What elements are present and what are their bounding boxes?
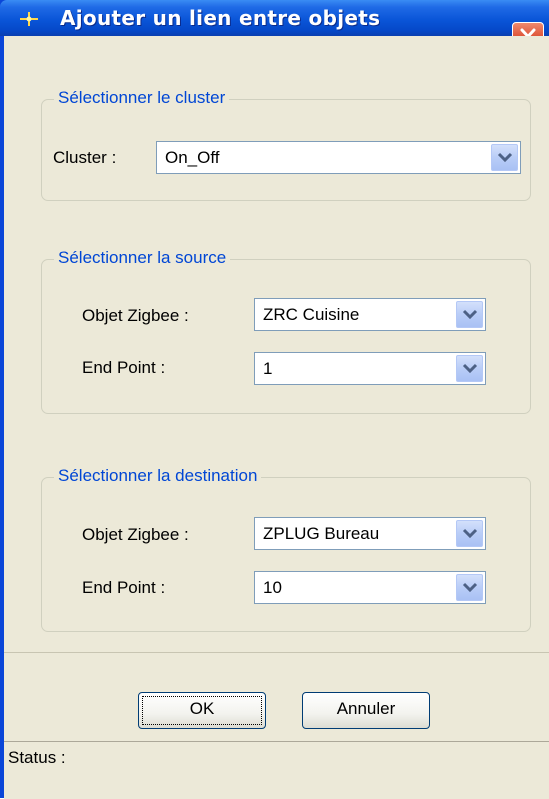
destination-group-legend: Sélectionner la destination (54, 466, 262, 486)
destination-object-select[interactable]: ZPLUG Bureau (254, 517, 486, 550)
chevron-down-icon (462, 309, 478, 320)
source-endpoint-select[interactable]: 1 (254, 352, 486, 385)
source-object-dropdown-button[interactable] (456, 301, 483, 328)
destination-object-label: Objet Zigbee : (82, 525, 189, 544)
window-title: Ajouter un lien entre objets (60, 6, 381, 30)
chevron-down-icon (497, 152, 513, 163)
destination-endpoint-value: 10 (263, 578, 282, 597)
source-object-select[interactable]: ZRC Cuisine (254, 298, 486, 331)
dialog-body: Sélectionner le cluster Cluster : On_Off… (4, 36, 549, 799)
source-groupbox: Sélectionner la source Objet Zigbee : ZR… (41, 248, 531, 414)
destination-object-value: ZPLUG Bureau (263, 524, 380, 543)
cluster-dropdown-button[interactable] (491, 144, 518, 171)
ok-button[interactable]: OK (138, 692, 266, 729)
cluster-label: Cluster : (53, 148, 117, 167)
status-label: Status : (8, 748, 66, 767)
cluster-select-value: On_Off (165, 148, 220, 167)
title-bar[interactable]: Ajouter un lien entre objets (0, 0, 549, 36)
destination-endpoint-dropdown-button[interactable] (456, 574, 483, 601)
destination-endpoint-select[interactable]: 10 (254, 571, 486, 604)
cancel-button[interactable]: Annuler (302, 692, 430, 729)
chevron-down-icon (462, 582, 478, 593)
source-endpoint-value: 1 (263, 359, 273, 378)
sparkle-icon (20, 12, 38, 26)
destination-object-dropdown-button[interactable] (456, 520, 483, 547)
ok-button-label: OK (189, 699, 215, 718)
destination-endpoint-label: End Point : (82, 578, 166, 597)
status-bar: Status : (4, 741, 549, 799)
source-group-legend: Sélectionner la source (54, 248, 231, 268)
source-object-label: Objet Zigbee : (82, 306, 189, 325)
source-endpoint-dropdown-button[interactable] (456, 355, 483, 382)
button-area-separator (4, 652, 549, 653)
cluster-groupbox: Sélectionner le cluster Cluster : On_Off (41, 88, 531, 201)
source-endpoint-label: End Point : (82, 358, 166, 377)
source-object-value: ZRC Cuisine (263, 305, 360, 324)
cluster-select[interactable]: On_Off (156, 141, 521, 174)
cancel-button-label: Annuler (336, 699, 396, 718)
destination-groupbox: Sélectionner la destination Objet Zigbee… (41, 466, 531, 632)
cluster-group-legend: Sélectionner le cluster (54, 88, 230, 108)
dialog-window: Ajouter un lien entre objets Sélectionne… (0, 0, 549, 799)
chevron-down-icon (462, 363, 478, 374)
chevron-down-icon (462, 528, 478, 539)
